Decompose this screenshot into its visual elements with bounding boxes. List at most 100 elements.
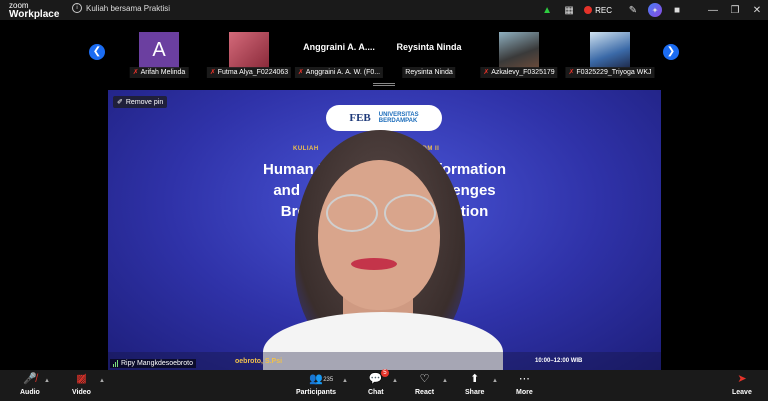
participant-tile[interactable]: ✗ F0325229_Triyoga WKJ (563, 32, 657, 78)
speaker-name: Ripy Mangkdesoebroto (121, 360, 193, 367)
title-bar: zoom Workplace i Kuliah bersama Praktisi… (0, 0, 768, 20)
participant-label: ✗ Anggraini A. A. W. (F0... (294, 67, 384, 78)
video-label: Video (72, 389, 91, 396)
audio-label: Audio (20, 389, 40, 396)
shield-icon[interactable]: ▲ (536, 0, 558, 20)
recording-indicator[interactable]: REC (584, 6, 612, 15)
react-label: React (415, 389, 435, 396)
participants-label: Participants (296, 389, 337, 396)
participant-strip: ❮ A ✗ Arifah Melinda ✗ Futma Alya_F0224063… (0, 20, 768, 84)
mic-muted-icon: ✗ (132, 69, 139, 76)
brand-line2: Workplace (9, 9, 60, 20)
close-icon[interactable]: ✕ (746, 0, 768, 20)
mic-muted-icon: ✗ (209, 69, 216, 76)
chat-icon: 💬 5 (368, 369, 389, 385)
more-label: More (516, 389, 533, 396)
remove-pin-button[interactable]: ✐ Remove pin (113, 96, 168, 108)
rec-label: REC (595, 5, 612, 15)
chat-options-chevron-icon[interactable]: ▲ (392, 378, 398, 384)
share-options-chevron-icon[interactable]: ▲ (492, 378, 498, 384)
zoom-logo: zoom Workplace (9, 1, 60, 20)
leave-button[interactable]: ➤ Leave (732, 372, 752, 396)
annotate-icon[interactable]: ✎ (622, 0, 644, 20)
participant-tile[interactable]: Anggraini A. A.... ✗ Anggraini A. A. W. (… (292, 32, 386, 78)
participants-icon: 👥 235 (309, 373, 334, 385)
participant-name: Futma Alya_F0224063 (217, 69, 289, 76)
feb-logo: FEB (349, 112, 371, 124)
speaker-glasses (320, 194, 438, 232)
pin-icon: ✐ (117, 99, 123, 106)
mic-muted-icon: ✗ (483, 69, 490, 76)
share-screen-icon: ⬆ (470, 373, 480, 385)
strip-next-button[interactable]: ❯ (663, 44, 679, 60)
strip-prev-button[interactable]: ❮ (89, 44, 105, 60)
participant-big-name: Reysinta Ninda (396, 42, 462, 52)
strip-resize-handle[interactable] (373, 83, 395, 87)
grid-view-icon[interactable]: ▦ (558, 0, 580, 20)
logo-u-line2: BERDAMPAK (378, 118, 418, 124)
share-button[interactable]: ⬆ Share (465, 372, 484, 396)
participant-tile[interactable]: ✗ Azkalevy_F0325179 (472, 32, 566, 78)
heart-icon: ♡ (419, 373, 430, 385)
participant-tile[interactable]: A ✗ Arifah Melinda (112, 32, 206, 78)
participant-video (229, 32, 269, 68)
signal-icon (113, 360, 118, 367)
speaker-lips (351, 258, 397, 270)
more-button[interactable]: ⋯ More (516, 372, 533, 396)
video-off-icon: ▩̸ (76, 373, 87, 385)
participant-name: Reysinta Ninda (405, 69, 453, 76)
leave-icon: ➤ (737, 373, 747, 385)
participant-name: Azkalevy_F0325179 (491, 69, 555, 76)
record-icon (584, 6, 593, 14)
more-icon: ⋯ (518, 373, 530, 385)
react-options-chevron-icon[interactable]: ▲ (442, 378, 448, 384)
meeting-info[interactable]: i Kuliah bersama Praktisi (72, 3, 170, 13)
title-bar-icons: ▲ ▦ REC ✎ ✦ ■ — ❐ ✕ (536, 0, 768, 20)
participant-name: Arifah Melinda (140, 69, 186, 76)
participants-count: 235 (323, 377, 334, 383)
participants-options-chevron-icon[interactable]: ▲ (342, 378, 348, 384)
mic-muted-icon: 🎤̸ (23, 373, 37, 385)
university-logo: UNIVERSITAS BERDAMPAK (379, 112, 419, 124)
chat-label: Chat (368, 389, 384, 396)
chat-button[interactable]: 💬 5 Chat (368, 369, 389, 396)
participant-tile[interactable]: ✗ Futma Alya_F0224063 (202, 32, 296, 78)
apps-icon[interactable]: ■ (666, 0, 688, 20)
ai-companion-icon[interactable]: ✦ (644, 0, 666, 20)
meeting-toolbar: 🎤̸ Audio ▲ ▩̸ Video ▲ 👥 235 Participants … (0, 369, 768, 401)
remove-pin-label: Remove pin (125, 98, 164, 106)
video-button[interactable]: ▩̸ Video (72, 372, 91, 396)
audio-options-chevron-icon[interactable]: ▲ (44, 378, 50, 384)
react-button[interactable]: ♡ React (415, 372, 434, 396)
meeting-title: Kuliah bersama Praktisi (86, 3, 171, 13)
avatar: A (139, 32, 179, 68)
participant-video (590, 32, 630, 68)
participant-name: Anggraini A. A. W. (F0... (305, 69, 381, 76)
lower-third-name: oebroto, S.Psi (235, 358, 283, 365)
maximize-icon[interactable]: ❐ (724, 0, 746, 20)
slide-logos: FEB UNIVERSITAS BERDAMPAK (326, 105, 442, 131)
video-options-chevron-icon[interactable]: ▲ (99, 378, 105, 384)
audio-button[interactable]: 🎤̸ Audio (20, 372, 40, 396)
minimize-icon[interactable]: — (702, 0, 724, 20)
participant-tile[interactable]: Reysinta Ninda Reysinta Ninda (382, 32, 476, 78)
participant-label: Reysinta Ninda (402, 67, 456, 78)
participant-label: ✗ Azkalevy_F0325179 (480, 67, 558, 78)
info-icon[interactable]: i (72, 3, 82, 13)
mic-muted-icon: ✗ (297, 69, 304, 76)
participant-label: ✗ Futma Alya_F0224063 (206, 67, 292, 78)
participant-label: ✗ F0325229_Triyoga WKJ (565, 67, 655, 78)
slide-subtitle-left: KULIAH (293, 146, 319, 152)
main-video[interactable]: FEB UNIVERSITASBERDAMPAK KULIAHJEMEN SDM… (108, 90, 661, 370)
chat-badge: 5 (381, 369, 389, 377)
participant-big-name: Anggraini A. A.... (303, 42, 375, 52)
participants-button[interactable]: 👥 235 Participants (296, 372, 336, 396)
leave-label: Leave (732, 389, 752, 396)
participant-name: F0325229_Triyoga WKJ (576, 69, 652, 76)
avatar-initial: A (152, 38, 166, 61)
share-label: Share (465, 389, 485, 396)
mic-muted-icon: ✗ (568, 69, 575, 76)
speaker-face (318, 160, 440, 310)
participant-label: ✗ Arifah Melinda (129, 67, 189, 78)
lower-third-time: 10:00–12:00 WIB (535, 358, 583, 364)
